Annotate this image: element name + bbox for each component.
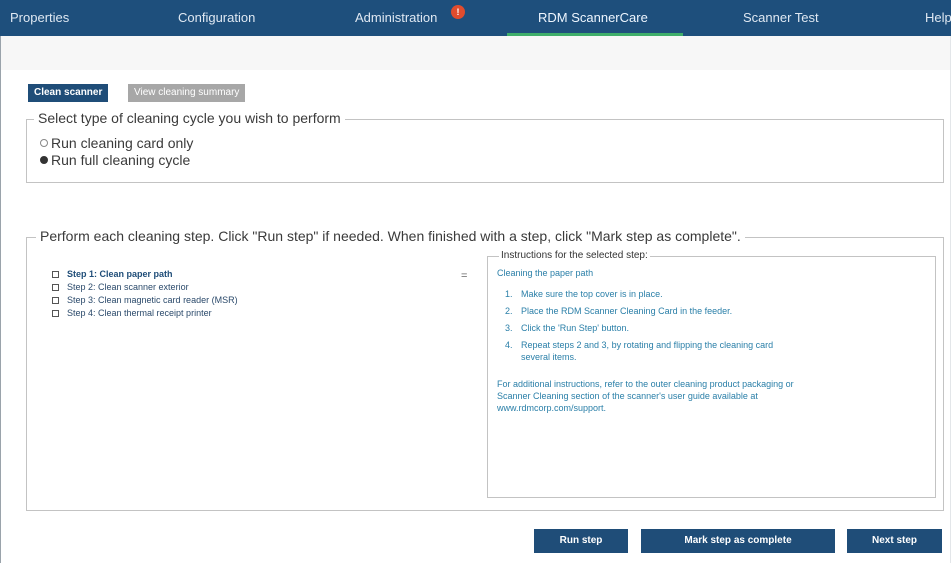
support-link[interactable]: www.rdmcorp.com/support. xyxy=(497,403,606,413)
step-label: Step 1: Clean paper path xyxy=(67,269,173,279)
step-item[interactable]: Step 1: Clean paper path xyxy=(52,269,173,279)
option-label: Run cleaning card only xyxy=(51,135,194,151)
clean-scanner-tab[interactable]: Clean scanner xyxy=(28,84,109,102)
step-label: Step 2: Clean scanner exterior xyxy=(67,282,189,292)
step-checkbox[interactable] xyxy=(52,283,59,291)
radio-cleaning-card-only[interactable] xyxy=(40,139,48,147)
tab-rdm-scannercare[interactable]: RDM ScannerCare xyxy=(538,0,648,36)
instructions-note: For additional instructions, refer to th… xyxy=(497,379,794,389)
instructions-note: Scanner Cleaning section of the scanner'… xyxy=(497,391,758,401)
tab-configuration[interactable]: Configuration xyxy=(178,0,255,36)
notification-badge: ! xyxy=(451,5,465,19)
tab-properties[interactable]: Properties xyxy=(10,0,69,36)
step-label: Step 4: Clean thermal receipt printer xyxy=(67,308,212,318)
tab-help[interactable]: Help xyxy=(925,0,951,36)
step-checkbox[interactable] xyxy=(52,309,59,317)
instruction-line: Place the RDM Scanner Cleaning Card in t… xyxy=(521,306,733,316)
tab-scanner-test[interactable]: Scanner Test xyxy=(743,0,819,36)
instruction-line: Make sure the top cover is in place. xyxy=(521,289,663,299)
top-nav: Properties Configuration Administration … xyxy=(0,0,951,37)
mark-step-complete-button[interactable]: Mark step as complete xyxy=(641,529,835,553)
left-border xyxy=(0,36,1,563)
step-item[interactable]: Step 3: Clean magnetic card reader (MSR) xyxy=(52,295,238,305)
option-cleaning-card-only[interactable]: Run cleaning card only xyxy=(40,135,193,151)
instruction-line: several items. xyxy=(521,352,577,362)
option-label: Run full cleaning cycle xyxy=(51,152,191,168)
instructions-title: Instructions for the selected step: xyxy=(499,250,650,261)
radio-full-cleaning-cycle[interactable] xyxy=(40,156,48,164)
option-full-cleaning-cycle[interactable]: Run full cleaning cycle xyxy=(40,152,190,168)
step-item[interactable]: Step 4: Clean thermal receipt printer xyxy=(52,308,212,318)
cleaning-cycle-title: Select type of cleaning cycle you wish t… xyxy=(34,110,345,126)
run-step-button[interactable]: Run step xyxy=(534,529,628,553)
step-checkbox[interactable] xyxy=(52,270,59,278)
instruction-line: Click the 'Run Step' button. xyxy=(521,323,629,333)
cleaning-steps-title: Perform each cleaning step. Click "Run s… xyxy=(36,228,745,244)
instructions-heading: Cleaning the paper path xyxy=(497,268,594,278)
view-cleaning-summary-tab[interactable]: View cleaning summary xyxy=(128,84,246,102)
next-step-button[interactable]: Next step xyxy=(847,529,942,553)
step-item[interactable]: Step 2: Clean scanner exterior xyxy=(52,282,189,292)
cleaning-cycle-group xyxy=(26,119,944,183)
instruction-number: 4. xyxy=(505,340,513,350)
step-checkbox[interactable] xyxy=(52,296,59,304)
step-label: Step 3: Clean magnetic card reader (MSR) xyxy=(67,295,238,305)
instruction-number: 3. xyxy=(505,323,513,333)
header-spacer xyxy=(0,36,951,70)
tab-administration[interactable]: Administration xyxy=(355,0,437,36)
instruction-number: 2. xyxy=(505,306,513,316)
instruction-number: 1. xyxy=(505,289,513,299)
current-step-indicator: = xyxy=(461,270,468,282)
instruction-line: Repeat steps 2 and 3, by rotating and fl… xyxy=(521,340,774,350)
